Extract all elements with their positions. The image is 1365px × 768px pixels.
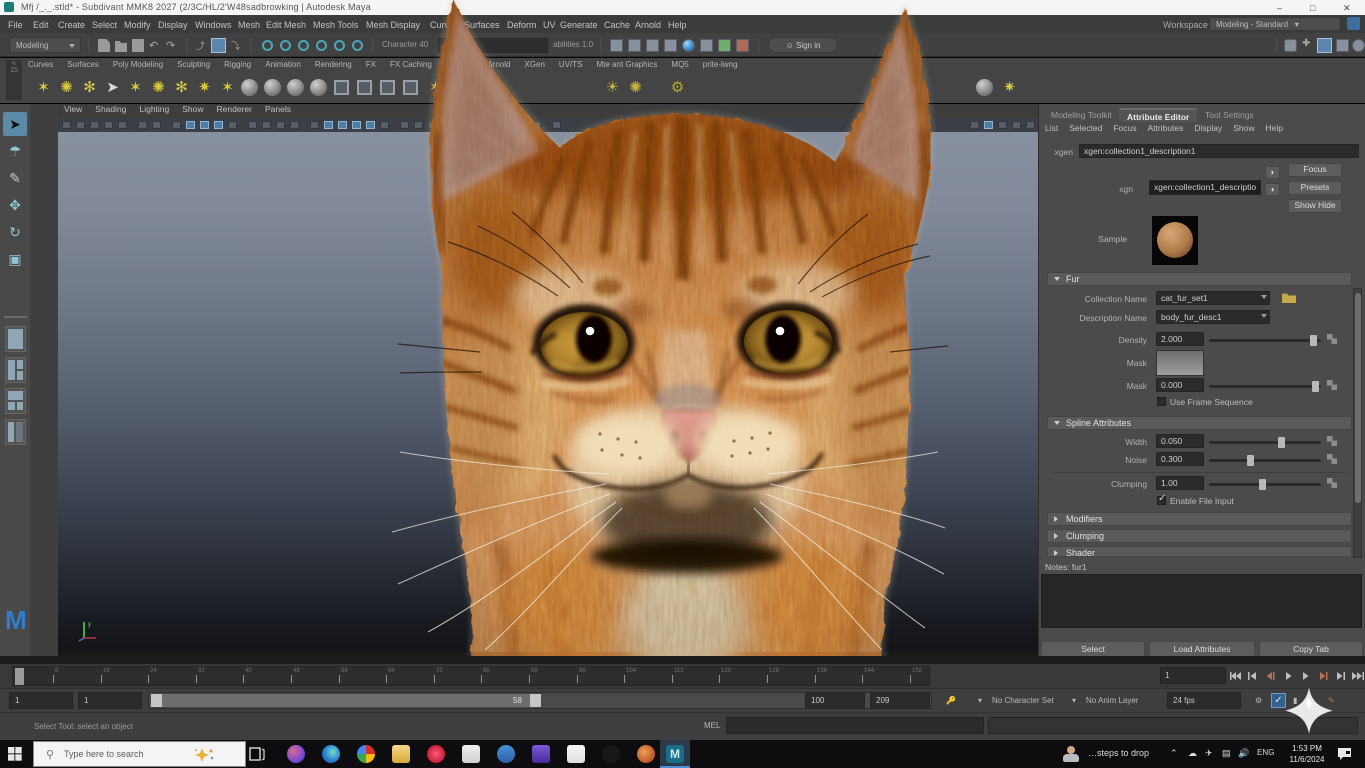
svg-text:y: y [88,622,91,628]
